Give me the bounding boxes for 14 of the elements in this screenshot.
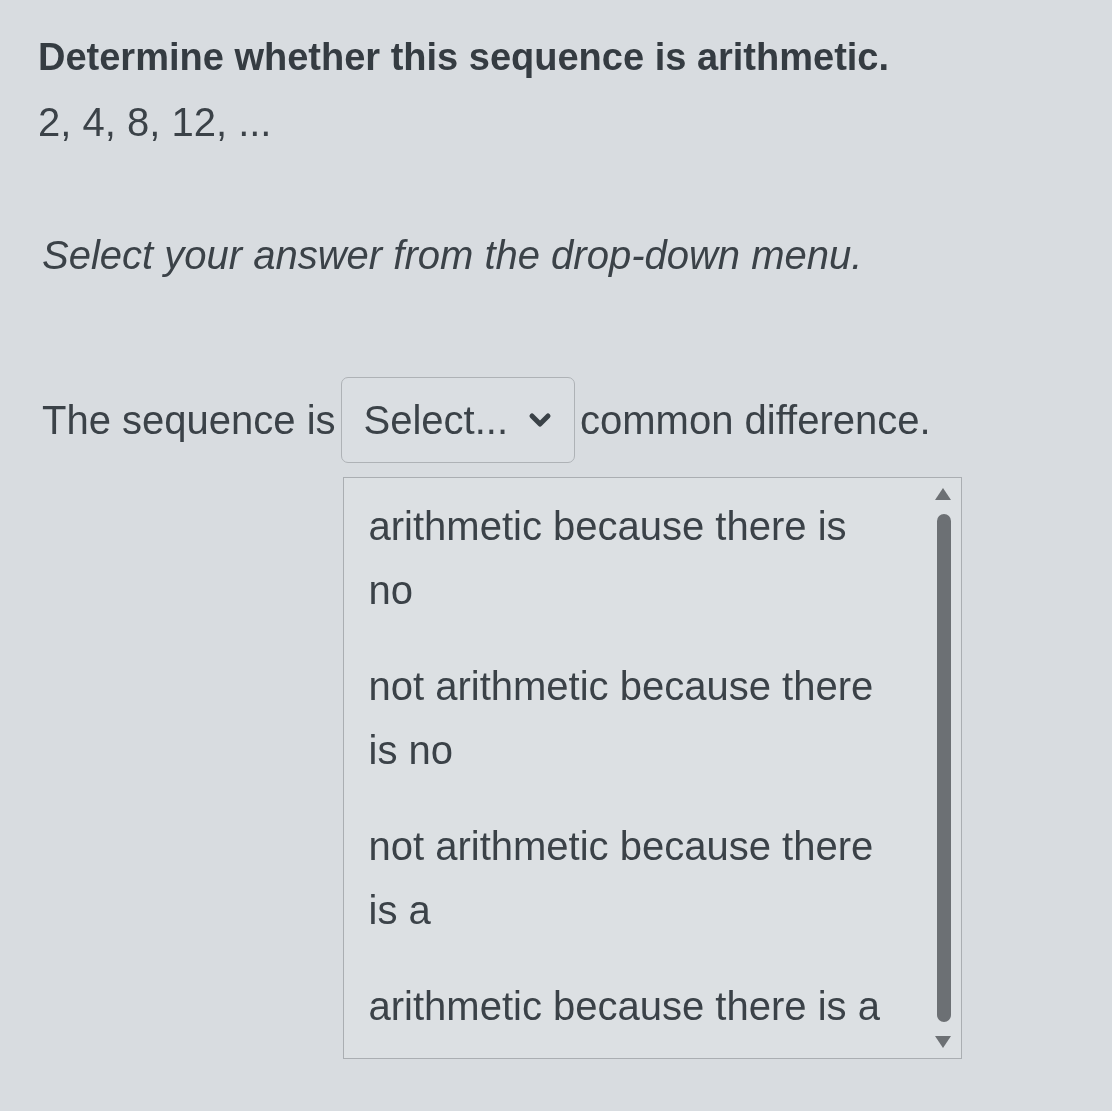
instruction-text: Select your answer from the drop-down menu. <box>42 232 864 279</box>
chevron-down-icon <box>528 412 553 428</box>
dropdown-option[interactable]: arithmetic because there is a <box>368 958 889 1054</box>
question-prompt: Determine whether this sequence is arithmetic. <box>38 35 891 80</box>
select-dropdown[interactable]: Select... <box>340 377 576 463</box>
scrollbar-thumb[interactable] <box>936 514 951 1022</box>
scroll-up-arrow-icon[interactable] <box>934 488 951 500</box>
sentence-text: The sequence is <box>42 397 336 444</box>
dropdown-option[interactable]: not arithmetic because there is no <box>368 638 889 798</box>
scroll-down-arrow-icon[interactable] <box>934 1036 951 1048</box>
sentence-text: common difference. <box>580 397 931 444</box>
sequence-text: 2, 4, 8, 12, ... <box>38 99 273 146</box>
dropdown-option[interactable]: not arithmetic because there is a <box>368 798 889 958</box>
dropdown-option[interactable]: arithmetic because there is no <box>368 478 889 638</box>
